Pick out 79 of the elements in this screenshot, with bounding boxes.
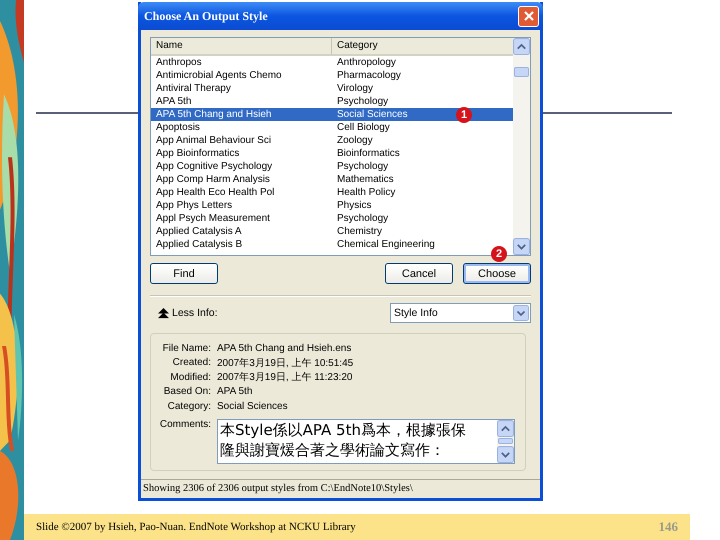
info-dropdown[interactable]: Style Info xyxy=(390,303,531,323)
style-row[interactable]: App Health Eco Health Pol Health Policy xyxy=(151,186,513,199)
table-cell-text: App Bioinformatics xyxy=(155,147,240,160)
column-header[interactable]: Category xyxy=(332,38,383,54)
table-cell-text: Social Sciences xyxy=(336,108,408,121)
table-cell-text: Virology xyxy=(336,82,373,95)
table-cell-text: App Phys Letters xyxy=(155,199,234,212)
close-button[interactable] xyxy=(518,6,539,26)
table-cell-text: App Animal Behaviour Sci xyxy=(155,134,272,147)
field-label: Modified: xyxy=(169,372,211,383)
style-row[interactable]: App Cognitive Psychology Psychology xyxy=(151,160,513,173)
table-cell-text: Chemical Engineering xyxy=(336,238,435,251)
field-label: Comments: xyxy=(158,418,211,430)
scrollbar[interactable] xyxy=(513,38,530,255)
table-cell-text: APA 5th Chang and Hsieh xyxy=(155,108,272,121)
status-bar: Showing 2306 of 2306 output styles from C:\EndNote10\Styles\ xyxy=(141,479,540,497)
field-value: 2007年3月19日, 上午 11:23:20 xyxy=(217,370,352,384)
field-label: Created: xyxy=(172,357,211,368)
table-cell-text: App Health Eco Health Pol xyxy=(155,186,276,199)
style-row[interactable]: Applied Catalysis A Chemistry xyxy=(151,225,513,238)
field-label: File Name: xyxy=(162,342,211,354)
double-up-arrow-icon[interactable] xyxy=(158,308,169,318)
table-cell-text: Chemistry xyxy=(336,225,382,238)
comments-field[interactable]: 本Style係以APA 5th爲本，根據張保 隆與謝寶煖合著之學術論文寫作： xyxy=(217,418,515,464)
scroll-down-icon[interactable] xyxy=(513,238,530,255)
callout-number: 2 xyxy=(491,246,507,262)
table-cell-text: Applied Catalysis B xyxy=(155,238,244,251)
field-label: Based On: xyxy=(162,386,211,398)
page-number: 146 xyxy=(658,519,678,535)
callout-number: 1 xyxy=(456,107,472,123)
style-row[interactable]: APA 5th Psychology xyxy=(151,95,513,108)
style-row[interactable]: App Bioinformatics Bioinformatics xyxy=(151,147,513,160)
table-cell-text: Antiviral Therapy xyxy=(155,82,232,95)
style-row[interactable]: App Comp Harm Analysis Mathematics xyxy=(151,173,513,186)
style-row[interactable]: Anthropos Anthropology xyxy=(151,56,513,69)
window-title: Choose An Output Style xyxy=(144,8,269,24)
style-row[interactable]: App Phys Letters Physics xyxy=(151,199,513,212)
column-header[interactable]: Name xyxy=(151,38,332,54)
field-label: Category: xyxy=(166,400,211,412)
table-cell-text: Psychology xyxy=(336,212,388,225)
table-cell-text: Anthropology xyxy=(336,56,396,69)
scroll-up-icon[interactable] xyxy=(513,38,530,55)
footer-text: Slide ©2007 by Hsieh, Pao-Nuan. EndNote Workshop at NCKU Library xyxy=(36,521,357,533)
close-icon xyxy=(522,10,534,22)
field-value: 2007年3月19日, 上午 10:51:45 xyxy=(217,356,354,370)
cancel-button[interactable]: Cancel xyxy=(385,263,453,284)
table-cell-text: Health Policy xyxy=(336,186,396,199)
choose-button[interactable]: Choose xyxy=(463,263,531,284)
table-cell-text: Applied Catalysis A xyxy=(155,225,243,238)
table-cell-text: Zoology xyxy=(336,134,373,147)
table-cell-text: Antimicrobial Agents Chemo xyxy=(155,69,283,82)
scroll-up-icon[interactable] xyxy=(497,420,514,436)
table-cell-text: Physics xyxy=(336,199,372,212)
less-info-link[interactable]: Less Info: xyxy=(172,307,218,319)
table-cell-text: APA 5th xyxy=(155,95,192,108)
table-cell-text: Apoptosis xyxy=(155,121,201,134)
scroll-down-icon[interactable] xyxy=(497,446,514,462)
table-cell-text: App Cognitive Psychology xyxy=(155,160,274,173)
table-cell-text: Bioinformatics xyxy=(336,147,400,160)
find-button[interactable]: Find xyxy=(150,263,218,284)
style-row[interactable]: Appl Psych Measurement Psychology xyxy=(151,212,513,225)
table-cell-text: Psychology xyxy=(336,160,388,173)
scroll-thumb[interactable] xyxy=(514,67,529,77)
table-cell-text: Appl Psych Measurement xyxy=(155,212,271,225)
field-value: Social Sciences xyxy=(217,400,288,412)
table-cell-text: Cell Biology xyxy=(336,121,390,134)
field-value: APA 5th Chang and Hsieh.ens xyxy=(217,342,352,354)
scroll-thumb[interactable] xyxy=(498,438,513,444)
field-value: APA 5th xyxy=(217,386,252,398)
style-row[interactable]: Apoptosis Cell Biology xyxy=(151,121,513,134)
style-row[interactable]: Antiviral Therapy Virology xyxy=(151,82,513,95)
style-row[interactable]: Antimicrobial Agents Chemo Pharmacology xyxy=(151,69,513,82)
style-row[interactable]: App Animal Behaviour Sci Zoology xyxy=(151,134,513,147)
table-cell-text: Pharmacology xyxy=(336,69,401,82)
dropdown-icon xyxy=(513,305,529,321)
table-cell-text: Psychology xyxy=(336,95,388,108)
table-cell-text: App Comp Harm Analysis xyxy=(155,173,271,186)
table-cell-text: Anthropos xyxy=(155,56,203,69)
table-cell-text: Mathematics xyxy=(336,173,394,186)
